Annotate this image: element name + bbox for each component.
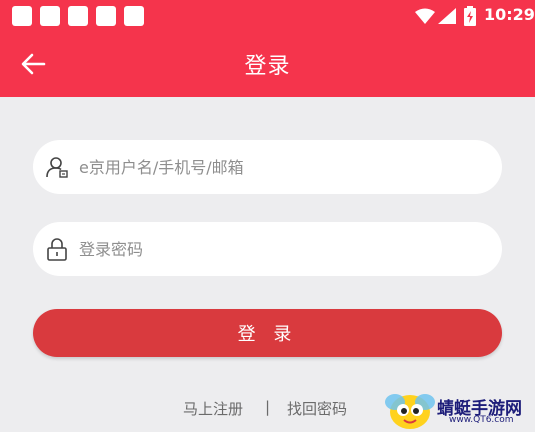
app-bar: 10:29 登录 (0, 0, 535, 97)
register-link[interactable]: 马上注册 (183, 398, 243, 419)
notification-icon (40, 6, 60, 26)
battery-charging-icon (464, 6, 476, 26)
notification-icon (96, 6, 116, 26)
signal-icon (438, 8, 456, 24)
watermark-url: www.QT6.com (449, 415, 514, 425)
notification-icon (12, 6, 32, 26)
password-input[interactable] (79, 222, 479, 276)
notification-icon (124, 6, 144, 26)
link-separator: | (265, 398, 271, 416)
page-title: 登录 (244, 54, 291, 79)
password-field[interactable] (33, 222, 502, 276)
lock-icon (47, 238, 67, 261)
user-icon (46, 157, 68, 178)
username-field[interactable] (33, 140, 502, 194)
login-button[interactable]: 登 录 (33, 309, 502, 357)
username-input[interactable] (79, 140, 479, 194)
watermark: 蜻蜓手游网 www.QT6.com (385, 388, 535, 432)
notification-icon (68, 6, 88, 26)
dragonfly-logo-icon (385, 394, 435, 429)
status-time: 10:29 (484, 5, 535, 24)
forgot-password-link[interactable]: 找回密码 (287, 398, 347, 419)
wifi-icon (415, 8, 435, 24)
status-bar: 10:29 (0, 0, 535, 32)
